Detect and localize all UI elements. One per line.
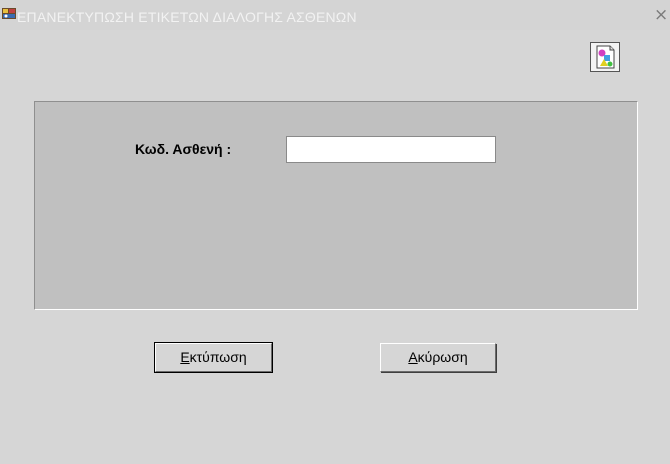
print-button-label: κτύπωση [189, 349, 247, 365]
title-bar[interactable]: ΕΠΑΝΕΚΤΥΠΩΣΗ ΕΤΙΚΕΤΩΝ ΔΙΑΛΟΓΗΣ ΑΣΘΕΝΩΝ × [0, 0, 670, 30]
cancel-button-label: κύρωση [417, 349, 468, 365]
toolbar-button[interactable] [590, 42, 620, 72]
form-panel [34, 101, 638, 310]
window-title: ΕΠΑΝΕΚΤΥΠΩΣΗ ΕΤΙΚΕΤΩΝ ΔΙΑΛΟΓΗΣ ΑΣΘΕΝΩΝ [17, 9, 357, 25]
patient-code-input[interactable] [286, 136, 496, 163]
cancel-button[interactable]: Ακύρωση [380, 343, 496, 372]
dialog-window: ΕΠΑΝΕΚΤΥΠΩΣΗ ΕΤΙΚΕΤΩΝ ΔΙΑΛΟΓΗΣ ΑΣΘΕΝΩΝ ×… [0, 0, 670, 464]
print-button-mnemonic: Ε [180, 349, 190, 365]
app-icon [2, 6, 16, 20]
close-icon[interactable]: × [654, 5, 668, 25]
patient-code-label: Κωδ. Ασθενή : [135, 141, 232, 157]
print-button[interactable]: Εκτύπωση [154, 342, 273, 373]
cancel-button-mnemonic: Α [408, 349, 418, 365]
